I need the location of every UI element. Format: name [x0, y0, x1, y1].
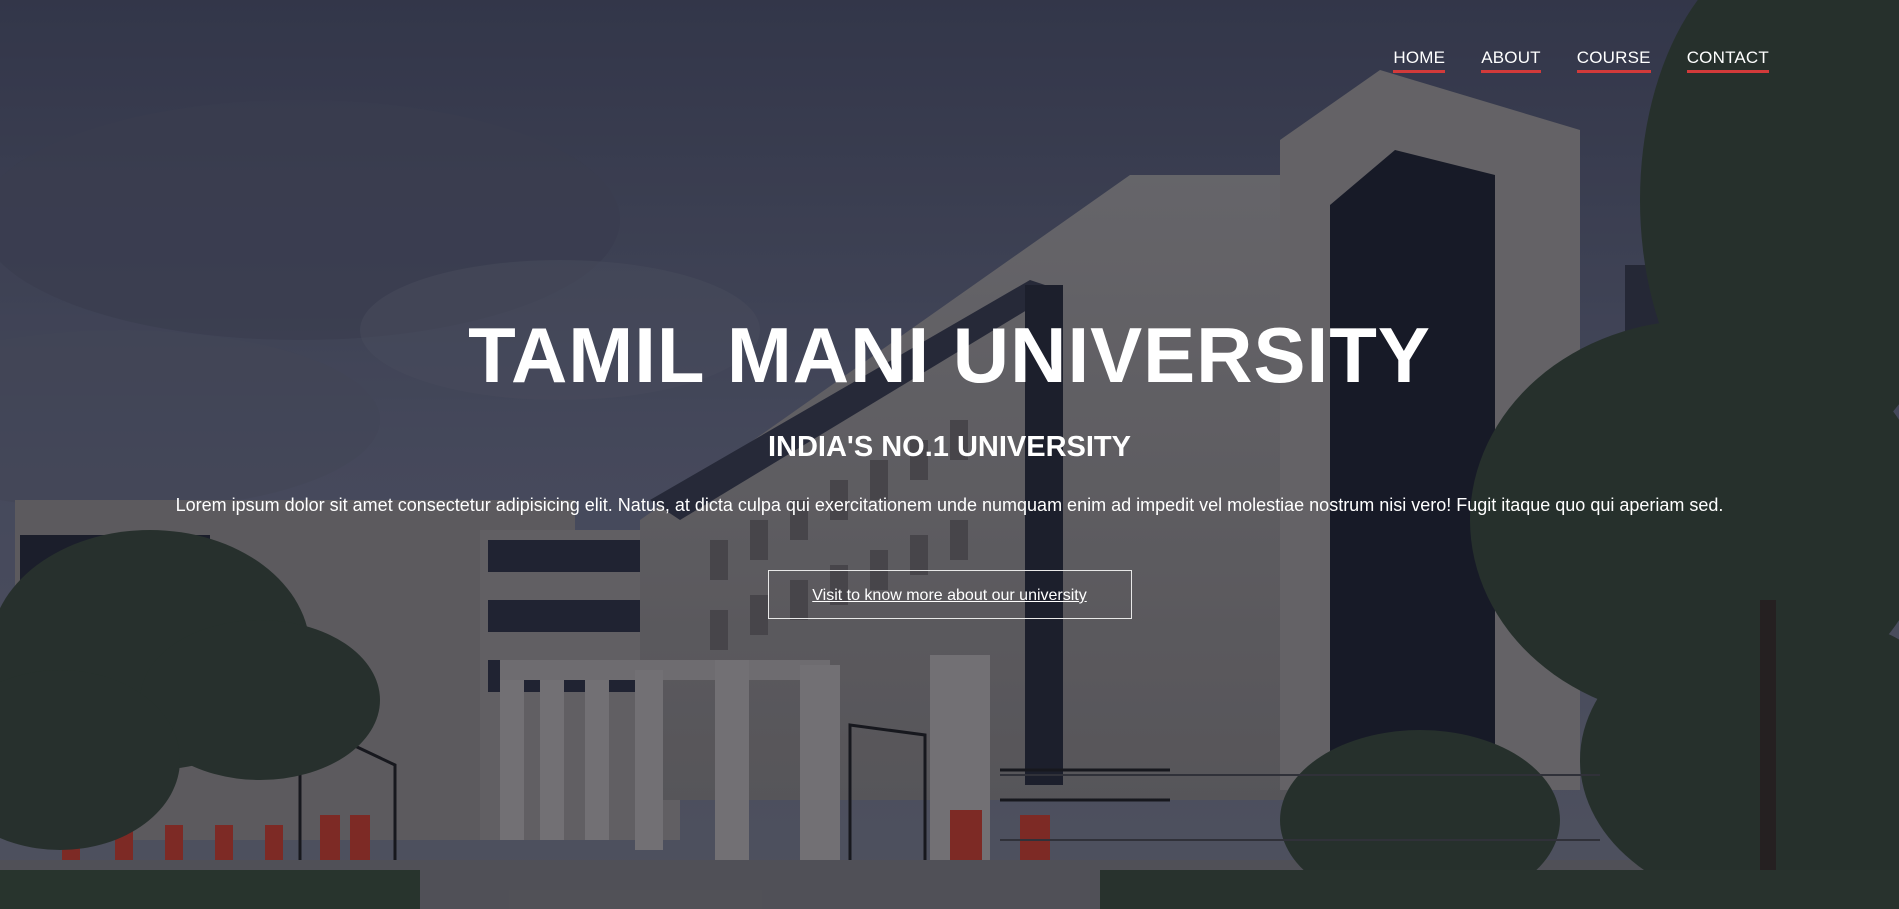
nav-link-home[interactable]: HOME — [1393, 48, 1446, 73]
nav-link-about[interactable]: ABOUT — [1481, 48, 1541, 73]
nav-link-contact[interactable]: CONTACT — [1686, 48, 1769, 73]
hero-section: HOME ABOUT COURSE CONTACT TAMIL MANI UNI… — [0, 0, 1899, 909]
hero-description: Lorem ipsum dolor sit amet consectetur a… — [175, 495, 1724, 515]
learn-more-button[interactable]: Visit to know more about our university — [767, 570, 1132, 619]
nav-link-course[interactable]: COURSE — [1576, 48, 1651, 73]
top-navigation: HOME ABOUT COURSE CONTACT — [1393, 48, 1769, 73]
hero-subtitle: INDIA'S NO.1 UNIVERSITY — [767, 431, 1131, 463]
hero-content: TAMIL MANI UNIVERSITY INDIA'S NO.1 UNIVE… — [0, 310, 1899, 619]
hero-title: TAMIL MANI UNIVERSITY — [468, 311, 1431, 399]
